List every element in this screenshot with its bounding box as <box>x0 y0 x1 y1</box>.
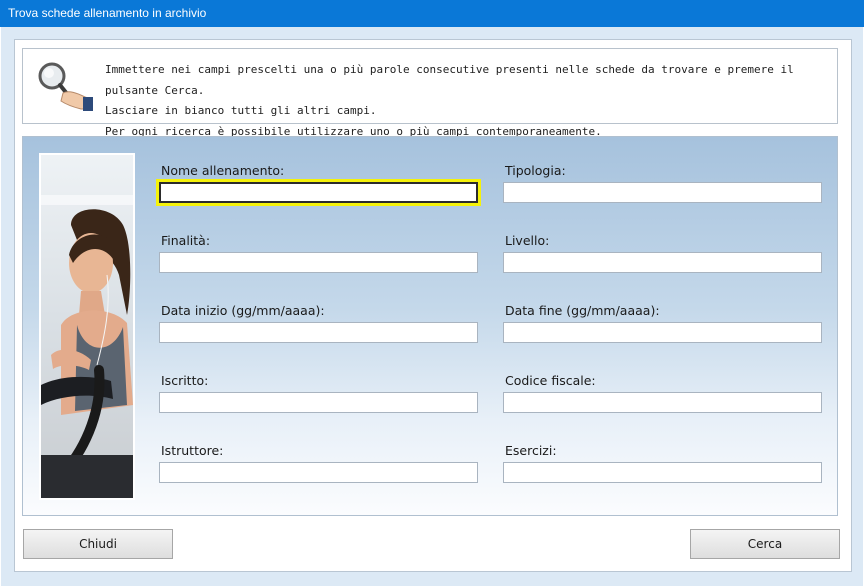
start-date-label: Data inizio (gg/mm/aaaa): <box>161 303 325 318</box>
workout-name-input[interactable] <box>159 182 478 203</box>
level-input[interactable] <box>503 252 822 273</box>
tax-code-input[interactable] <box>503 392 822 413</box>
window-title: Trova schede allenamento in archivio <box>0 0 864 27</box>
end-date-label: Data fine (gg/mm/aaaa): <box>505 303 660 318</box>
type-label: Tipologia: <box>505 163 566 178</box>
workout-name-label: Nome allenamento: <box>161 163 285 178</box>
member-input[interactable] <box>159 392 478 413</box>
level-label: Livello: <box>505 233 550 248</box>
fitness-woman-photo <box>39 153 135 500</box>
search-button[interactable]: Cerca <box>690 529 840 559</box>
trainer-label: Istruttore: <box>161 443 224 458</box>
goal-label: Finalità: <box>161 233 211 248</box>
goal-input[interactable] <box>159 252 478 273</box>
instruction-line: Lasciare in bianco tutti gli altri campi… <box>105 104 377 117</box>
instruction-line: Immettere nei campi prescelti una o più … <box>105 63 794 97</box>
instructions-box: Immettere nei campi prescelti una o più … <box>22 48 838 138</box>
start-date-input[interactable] <box>159 322 478 343</box>
end-date-input[interactable] <box>503 322 822 343</box>
exercises-input[interactable] <box>503 462 822 483</box>
instructions-text: Immettere nei campi prescelti una o più … <box>105 60 837 142</box>
search-dialog: Trova schede allenamento in archivio Imm… <box>0 0 864 587</box>
type-input[interactable] <box>503 182 822 203</box>
magnifier-icon <box>35 59 93 115</box>
tax-code-label: Codice fiscale: <box>505 373 596 388</box>
close-button[interactable]: Chiudi <box>23 529 173 559</box>
exercises-label: Esercizi: <box>505 443 557 458</box>
trainer-input[interactable] <box>159 462 478 483</box>
member-label: Iscritto: <box>161 373 209 388</box>
